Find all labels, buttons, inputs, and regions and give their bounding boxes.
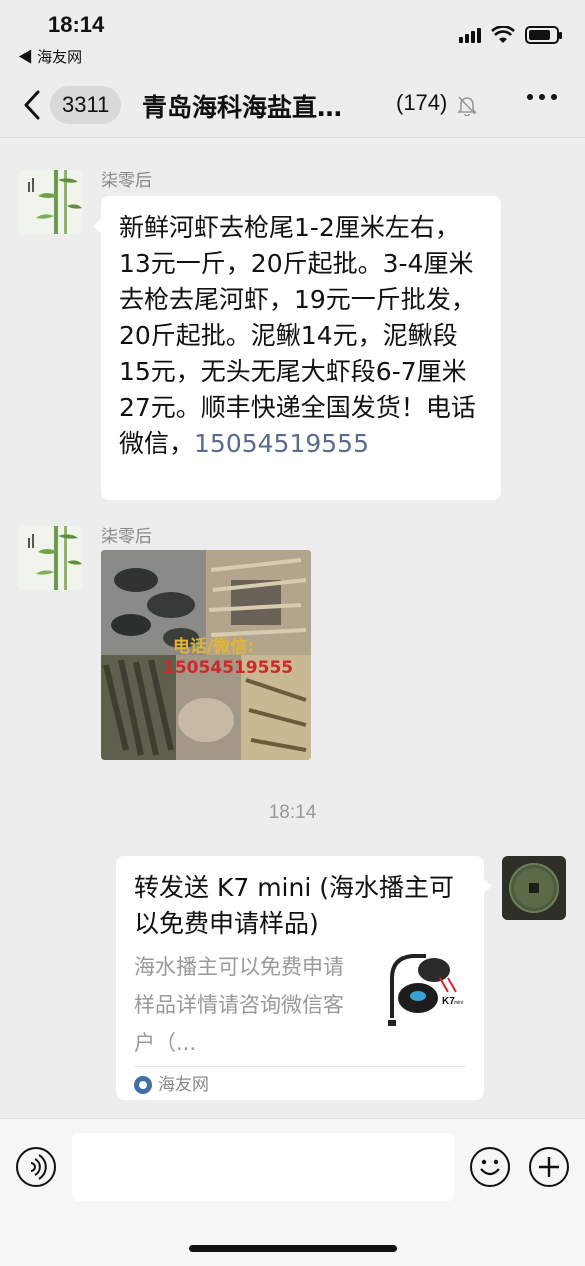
card-thumb-model: mini	[454, 1000, 463, 1006]
add-attachment-icon[interactable]	[529, 1147, 569, 1187]
card-title: 转发送 K7 mini (海水播主可以免费申请样品)	[134, 873, 454, 938]
card-thumbnail: K7 mini	[382, 948, 468, 1034]
chat-header: 3311 青岛海科海盐直… (174)	[0, 72, 585, 138]
message-bubble[interactable]: 新鲜河虾去枪尾1-2厘米左右，13元一斤，20斤起批。3-4厘米去枪去尾河虾，1…	[93, 196, 501, 500]
more-options-icon[interactable]	[527, 94, 557, 100]
phone-number-link[interactable]: 15054519555	[194, 429, 369, 458]
member-count: (174)	[396, 90, 448, 115]
message-input[interactable]	[72, 1133, 454, 1201]
chat-timestamp: 18:14	[268, 802, 317, 823]
battery-icon	[525, 26, 562, 44]
card-source: 海友网	[134, 1071, 209, 1099]
sender-avatar[interactable]	[18, 526, 82, 590]
status-icons	[459, 26, 562, 44]
chat-title: 青岛海科海盐直…	[142, 93, 343, 122]
home-indicator	[189, 1245, 397, 1252]
sender-avatar[interactable]	[18, 170, 82, 234]
wifi-icon	[491, 26, 515, 43]
mute-bell-icon	[457, 96, 477, 116]
voice-input-icon[interactable]	[16, 1147, 56, 1187]
photo-overlay-label: 电话/微信:	[173, 637, 255, 657]
message-photo[interactable]: 电话/微信: 15054519555	[101, 550, 311, 760]
back-to-app-link[interactable]: ◀ 海友网	[18, 46, 82, 67]
sender-name: 柒零后	[101, 171, 152, 191]
status-time: 18:14	[48, 12, 105, 37]
status-bar: 18:14 ◀ 海友网	[0, 0, 585, 72]
sender-name: 柒零后	[101, 527, 152, 547]
source-app-icon	[134, 1076, 152, 1094]
unread-count-badge[interactable]: 3311	[50, 86, 122, 124]
emoji-icon[interactable]	[470, 1147, 510, 1187]
card-description: 海水播主可以免费申请样品详情请咨询微信客户（...	[134, 955, 344, 1055]
card-source-name: 海友网	[158, 1075, 209, 1095]
photo-overlay-phone: 15054519555	[163, 658, 294, 678]
chat-input-bar	[0, 1118, 585, 1266]
cellular-signal-icon	[459, 27, 481, 43]
back-chevron-icon[interactable]	[18, 88, 48, 122]
my-avatar[interactable]	[502, 856, 566, 920]
message-text: 新鲜河虾去枪尾1-2厘米左右，13元一斤，20斤起批。3-4厘米去枪去尾河虾，1…	[119, 213, 476, 458]
shared-link-card[interactable]: 转发送 K7 mini (海水播主可以免费申请样品) 海水播主可以免费申请样品详…	[116, 856, 492, 1100]
